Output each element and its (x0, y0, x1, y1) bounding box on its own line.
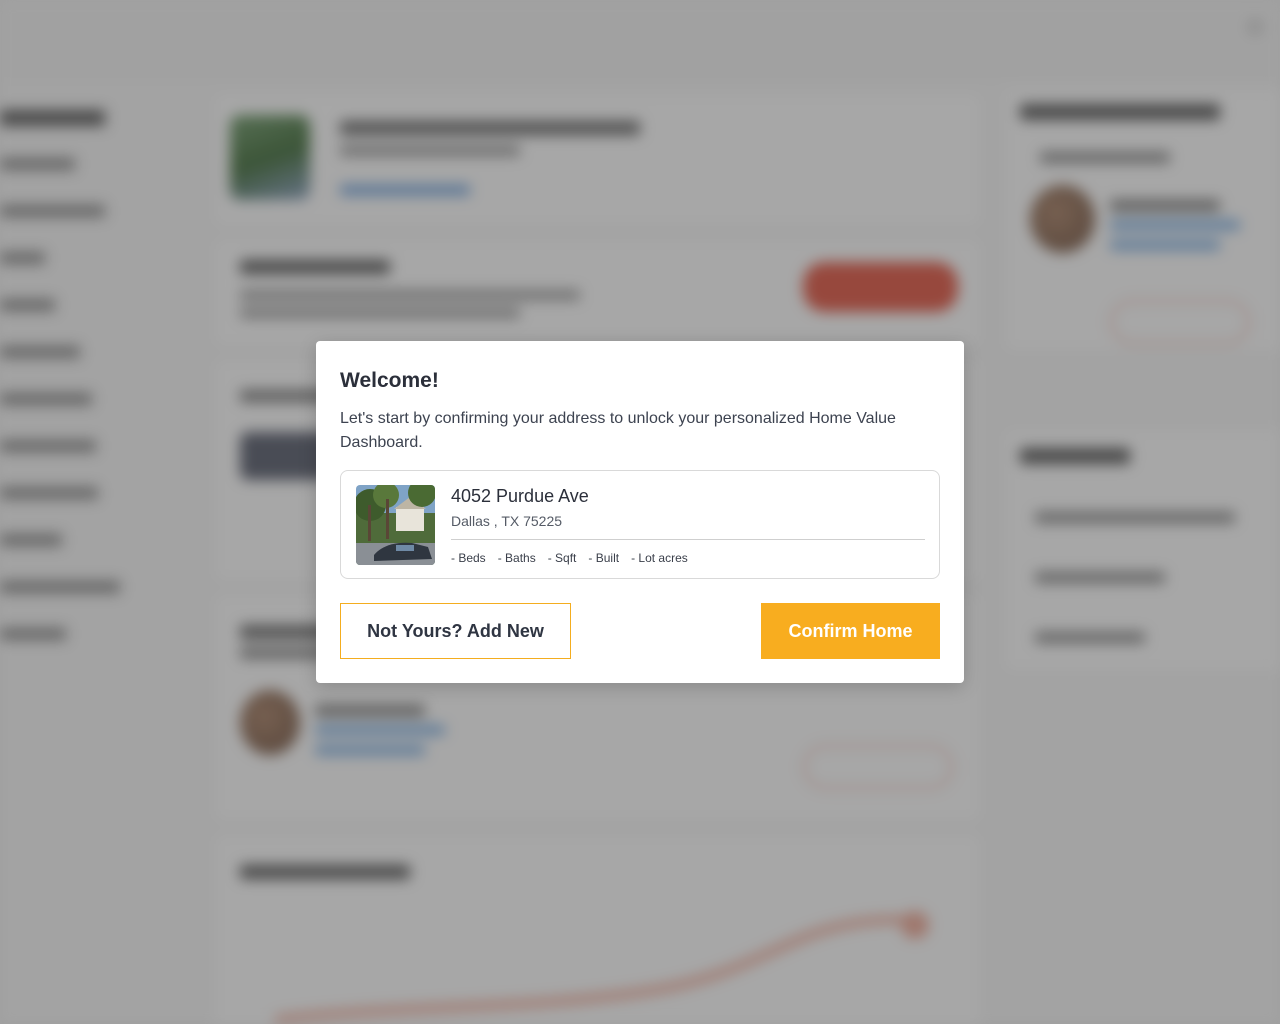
modal-subtitle: Let's start by confirming your address t… (340, 410, 896, 451)
address-street: 4052 Purdue Ave (451, 486, 589, 506)
stat-lot: - Lot acres (631, 551, 688, 565)
address-card: 4052 Purdue Ave Dallas , TX 75225 - Beds… (340, 470, 940, 579)
modal-title: Welcome! (340, 369, 439, 392)
stat-baths: - Baths (497, 551, 536, 565)
confirm-home-button[interactable]: Confirm Home (761, 603, 940, 659)
stat-sqft: - Sqft (547, 551, 577, 565)
address-city: Dallas , TX 75225 (451, 513, 563, 529)
add-new-address-button[interactable]: Not Yours? Add New (340, 603, 571, 659)
stat-built: - Built (588, 551, 620, 565)
stat-beds: - Beds (451, 551, 486, 565)
house-photo-icon (356, 485, 435, 565)
divider (451, 539, 925, 540)
property-stats: - Beds - Baths - Sqft - Built - Lot acre… (451, 551, 700, 565)
welcome-modal: Welcome! Let's start by confirming your … (316, 341, 964, 683)
